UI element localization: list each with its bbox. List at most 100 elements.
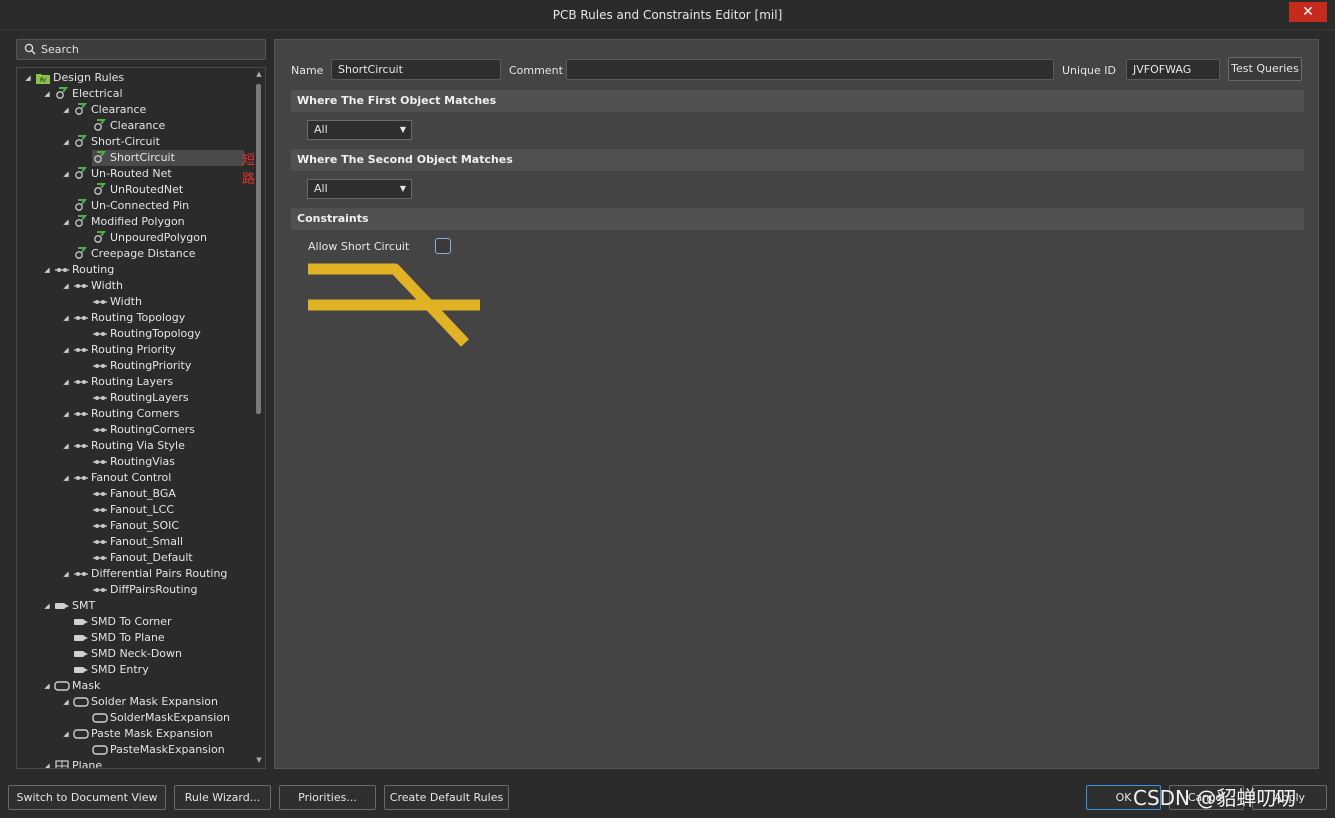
tree-item[interactable]: ◢ Clearance (61, 102, 261, 118)
tree-scrollbar[interactable]: ▲ ▼ (254, 70, 264, 767)
tree-item[interactable]: SMD To Plane (61, 630, 261, 646)
search-input[interactable] (41, 41, 261, 58)
expand-arrow-icon[interactable]: ◢ (23, 70, 33, 86)
expand-arrow-icon[interactable]: ◢ (61, 694, 71, 710)
chevron-down-icon: ▼ (399, 184, 406, 193)
tree-item[interactable]: ◢ SMT (42, 598, 242, 614)
name-label: Name (291, 64, 324, 77)
tree-item[interactable]: ◢ Width (61, 278, 261, 294)
allow-short-circuit-checkbox[interactable] (435, 238, 451, 254)
priorities-button[interactable]: Priorities... (279, 785, 376, 810)
routing-icon (73, 439, 89, 453)
second-object-dropdown[interactable]: All ▼ (307, 179, 412, 199)
first-object-dropdown[interactable]: All ▼ (307, 120, 412, 140)
tree-item[interactable]: Creepage Distance (61, 246, 261, 262)
tree-item[interactable]: ◢ Routing Layers (61, 374, 261, 390)
expand-arrow-icon[interactable]: ◢ (61, 102, 71, 118)
tree-item[interactable]: ◢ Un-Routed Net (61, 166, 261, 182)
expand-arrow-icon[interactable]: ◢ (61, 214, 71, 230)
expand-arrow-icon[interactable]: ◢ (61, 726, 71, 742)
tree-item[interactable]: RoutingCorners (80, 422, 265, 438)
expand-arrow-icon[interactable]: ◢ (61, 278, 71, 294)
tree-item-label: SMD To Corner (91, 615, 172, 628)
tree-item[interactable]: ◢ Routing Via Style (61, 438, 261, 454)
tree-item[interactable]: UnpouredPolygon (80, 230, 265, 246)
tree-item[interactable]: ◢ Short-Circuit (61, 134, 261, 150)
tree-item[interactable]: ShortCircuit (92, 150, 244, 166)
search-box[interactable] (16, 39, 266, 60)
tree-item[interactable]: ◢ Paste Mask Expansion (61, 726, 261, 742)
expand-arrow-icon[interactable]: ◢ (61, 438, 71, 454)
tree-item[interactable]: UnRoutedNet (80, 182, 265, 198)
tree-item[interactable]: ◢ Routing (42, 262, 242, 278)
tree-item[interactable]: ◢ Routing Corners (61, 406, 261, 422)
tree-item[interactable]: Fanout_BGA (80, 486, 265, 502)
tree-item[interactable]: ◢ Routing Topology (61, 310, 261, 326)
rule-green-icon (92, 119, 108, 133)
tree-item[interactable]: SMD Entry (61, 662, 261, 678)
expand-arrow-icon[interactable]: ◢ (42, 758, 52, 768)
routing-icon (73, 279, 89, 293)
expand-arrow-icon[interactable]: ◢ (61, 166, 71, 182)
routing-icon (92, 455, 108, 469)
tree-item[interactable]: DiffPairsRouting (80, 582, 265, 598)
ok-button[interactable]: OK (1086, 785, 1161, 810)
tree-item[interactable]: SMD To Corner (61, 614, 261, 630)
test-queries-button[interactable]: Test Queries (1228, 57, 1302, 81)
tree-item-label: Routing (72, 263, 115, 276)
tree-item[interactable]: Fanout_LCC (80, 502, 265, 518)
tree-item[interactable]: Fanout_Small (80, 534, 265, 550)
expand-arrow-icon[interactable]: ◢ (61, 310, 71, 326)
expand-arrow-icon[interactable]: ◢ (61, 134, 71, 150)
expand-arrow-icon[interactable]: ◢ (61, 342, 71, 358)
expand-arrow-icon[interactable]: ◢ (61, 470, 71, 486)
cancel-button[interactable]: Cancel (1169, 785, 1244, 810)
tree-item-label: DiffPairsRouting (110, 583, 198, 596)
create-default-rules-button[interactable]: Create Default Rules (384, 785, 509, 810)
tree-item[interactable]: ◢ Plane (42, 758, 242, 768)
rule-wizard-button[interactable]: Rule Wizard... (174, 785, 271, 810)
expand-arrow-icon[interactable]: ◢ (42, 678, 52, 694)
expand-arrow-icon[interactable]: ◢ (42, 262, 52, 278)
tree-item[interactable]: Width (80, 294, 265, 310)
tree-item[interactable]: ◢ Solder Mask Expansion (61, 694, 261, 710)
expand-arrow-icon[interactable]: ◢ (42, 86, 52, 102)
comment-field[interactable] (566, 59, 1054, 80)
tree-item[interactable]: ◢ Modified Polygon (61, 214, 261, 230)
tree-item[interactable]: Fanout_SOIC (80, 518, 265, 534)
tree-item[interactable]: SMD Neck-Down (61, 646, 261, 662)
tree-item[interactable]: PasteMaskExpansion (80, 742, 265, 758)
mask-icon (92, 711, 108, 725)
scroll-up-icon[interactable]: ▲ (254, 70, 264, 80)
expand-arrow-icon[interactable]: ◢ (61, 566, 71, 582)
expand-arrow-icon[interactable]: ◢ (42, 598, 52, 614)
rules-tree[interactable]: ◢ Rr Design Rules ◢ Electrical ◢ Clearance Clea… (16, 67, 266, 769)
name-field[interactable]: ShortCircuit (331, 59, 501, 80)
tree-item[interactable]: RoutingVias (80, 454, 265, 470)
tree-item[interactable]: SolderMaskExpansion (80, 710, 265, 726)
tree-item[interactable]: ◢ Differential Pairs Routing (61, 566, 261, 582)
tree-item[interactable]: Clearance (80, 118, 265, 134)
tree-item[interactable]: ◢ Rr Design Rules (23, 70, 223, 86)
apply-button[interactable]: Apply (1252, 785, 1327, 810)
switch-to-document-view-button[interactable]: Switch to Document View (8, 785, 166, 810)
tree-item[interactable]: ◢ Routing Priority (61, 342, 261, 358)
expand-arrow-icon[interactable]: ◢ (61, 374, 71, 390)
smt-icon (73, 615, 89, 629)
tree-item[interactable]: RoutingPriority (80, 358, 265, 374)
tree-item[interactable]: Un-Connected Pin (61, 198, 261, 214)
tree-item[interactable]: ◢ Electrical (42, 86, 242, 102)
expand-arrow-icon[interactable]: ◢ (61, 406, 71, 422)
tree-item-label: Electrical (72, 87, 123, 100)
tree-item-label: Routing Priority (91, 343, 176, 356)
unique-id-field[interactable]: JVFOFWAG (1126, 59, 1220, 80)
tree-item[interactable]: ◢ Mask (42, 678, 242, 694)
close-icon: ✕ (1302, 4, 1314, 20)
scroll-down-icon[interactable]: ▼ (254, 756, 264, 766)
tree-item[interactable]: RoutingLayers (80, 390, 265, 406)
scroll-thumb[interactable] (256, 84, 261, 414)
tree-item[interactable]: ◢ Fanout Control (61, 470, 261, 486)
tree-item[interactable]: RoutingTopology (80, 326, 265, 342)
close-button[interactable]: ✕ (1289, 2, 1327, 22)
tree-item[interactable]: Fanout_Default (80, 550, 265, 566)
